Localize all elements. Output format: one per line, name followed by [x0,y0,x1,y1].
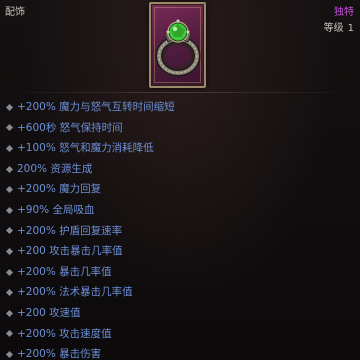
item-tooltip: 配饰 独特 等级 1 +200% 魔力与怒气互转时间缩短 +600秒 怒气保持时… [0,0,360,360]
ring-with-green-gem-icon [155,19,201,77]
diamond-bullet-icon [5,103,14,111]
affix-text: 200% 资源生成 [17,162,93,175]
affix-list: +200% 魔力与怒气互转时间缩短 +600秒 怒气保持时间 +100% 怒气和… [0,97,175,360]
affix-row: +200% 护盾回复速率 [0,221,175,242]
affix-text: +200% 攻击速度值 [17,327,112,340]
header-divider [0,92,360,93]
diamond-bullet-icon [5,309,14,317]
affix-text: +200 攻速值 [17,306,81,319]
affix-text: +200% 暴击伤害 [17,348,102,360]
diamond-bullet-icon [5,330,14,338]
affix-text: +90% 全局吸血 [17,203,95,216]
affix-row: +200% 法术暴击几率值 [0,282,175,303]
affix-text: +200% 护盾回复速率 [17,224,123,237]
item-image-frame [149,2,206,88]
diamond-bullet-icon [5,165,14,173]
diamond-bullet-icon [5,247,14,255]
affix-row: +200% 暴击几率值 [0,262,175,283]
diamond-bullet-icon [5,268,14,276]
diamond-bullet-icon [5,289,14,297]
affix-text: +600秒 怒气保持时间 [17,121,123,134]
affix-row: +200% 暴击伤害 [0,344,175,360]
affix-row: +200 攻速值 [0,303,175,324]
diamond-bullet-icon [5,227,14,235]
affix-row: +100% 怒气和魔力消耗降低 [0,138,175,159]
affix-text: +200 攻击暴击几率值 [17,245,123,258]
affix-row: +200% 魔力回复 [0,179,175,200]
item-level-label: 等级 [323,23,344,34]
affix-text: +100% 怒气和魔力消耗降低 [17,142,154,155]
affix-row: +600秒 怒气保持时间 [0,118,175,139]
item-rarity: 独特 [334,7,354,18]
affix-row: 200% 资源生成 [0,159,175,180]
diamond-bullet-icon [5,186,14,194]
affix-row: +90% 全局吸血 [0,200,175,221]
affix-row: +200% 魔力与怒气互转时间缩短 [0,97,175,118]
diamond-bullet-icon [5,350,14,358]
item-level-value: 1 [347,23,354,34]
affix-row: +200% 攻击速度值 [0,324,175,345]
affix-text: +200% 法术暴击几率值 [17,286,133,299]
affix-text: +200% 魔力与怒气互转时间缩短 [17,101,175,113]
item-level: 等级 1 [324,19,354,34]
item-category: 配饰 [5,7,25,18]
diamond-bullet-icon [5,144,14,153]
affix-row: +200 攻击暴击几率值 [0,241,175,262]
affix-text: +200% 魔力回复 [17,183,102,196]
affix-text: +200% 暴击几率值 [17,265,112,278]
tooltip-header: 配饰 独特 等级 1 [0,0,360,92]
diamond-bullet-icon [5,124,14,132]
diamond-bullet-icon [5,206,14,214]
